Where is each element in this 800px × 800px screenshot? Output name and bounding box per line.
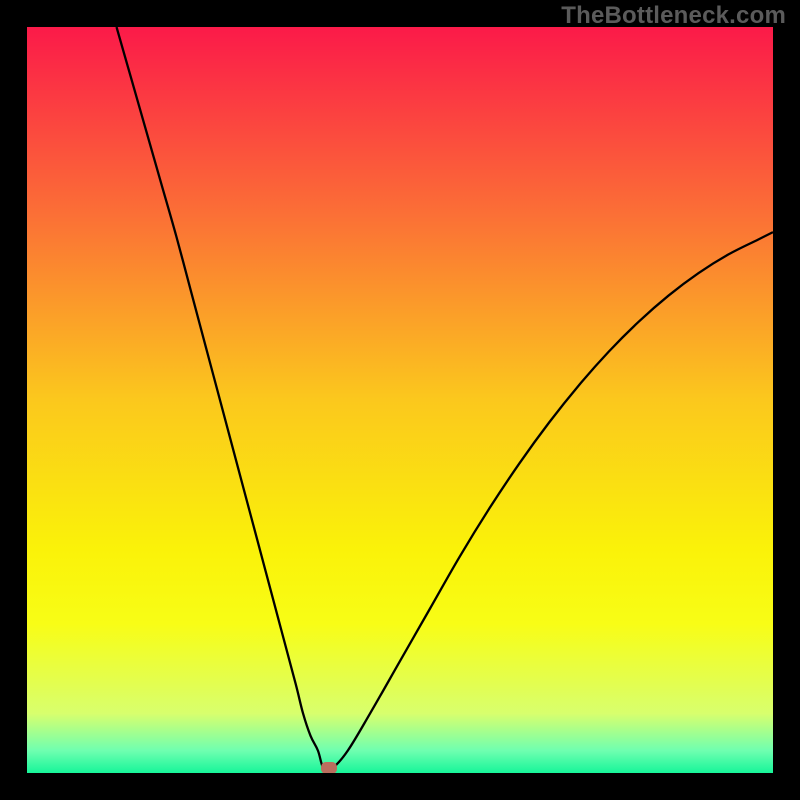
- plot-area: [27, 27, 773, 773]
- chart-frame: TheBottleneck.com: [0, 0, 800, 800]
- chart-svg: [27, 27, 773, 773]
- optimal-point-marker: [321, 762, 337, 773]
- watermark-text: TheBottleneck.com: [561, 2, 786, 30]
